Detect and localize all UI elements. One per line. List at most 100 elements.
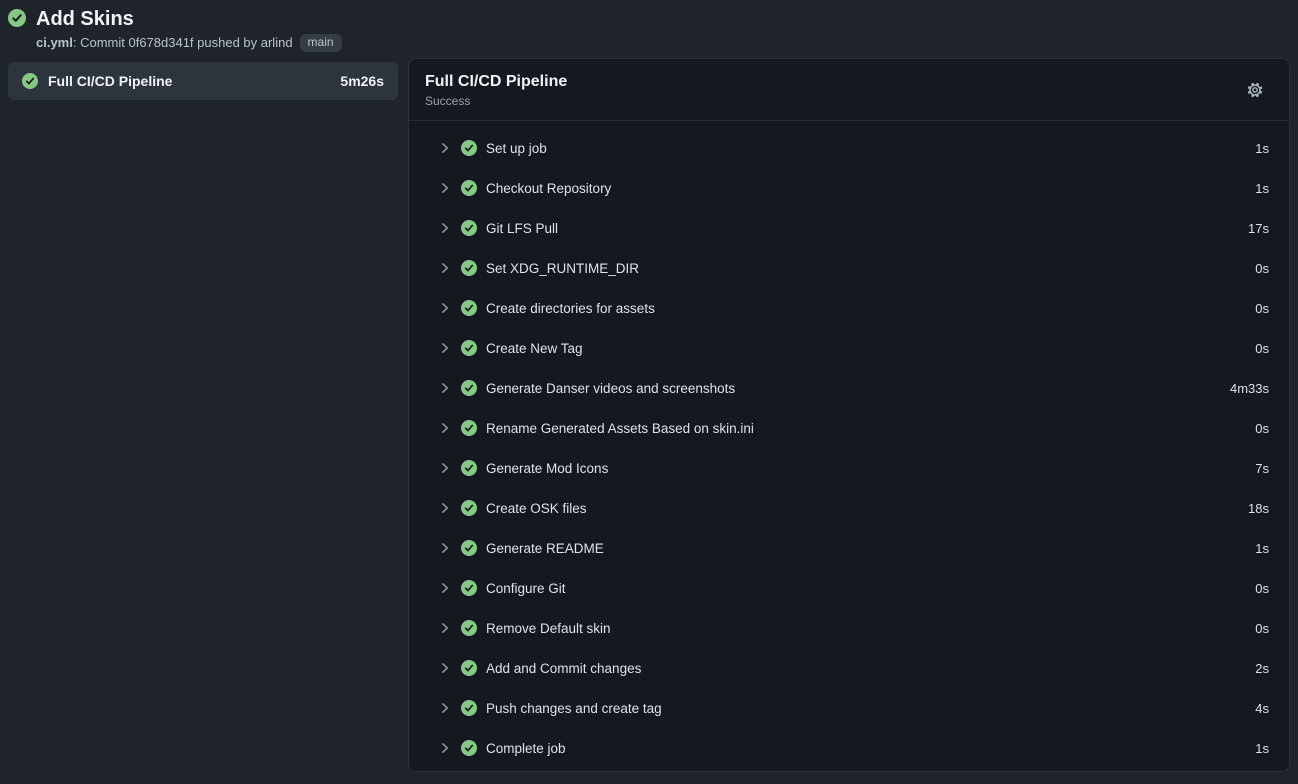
- step-row[interactable]: Push changes and create tag 4s: [409, 688, 1289, 728]
- step-list: Set up job 1s Checkout Repository 1s: [409, 121, 1289, 768]
- step-row[interactable]: Remove Default skin 0s: [409, 608, 1289, 648]
- step-success-check-icon: [461, 580, 477, 596]
- step-duration: 1s: [1255, 741, 1269, 756]
- step-name: Generate Mod Icons: [486, 461, 608, 476]
- step-name: Remove Default skin: [486, 621, 611, 636]
- step-success-check-icon: [461, 460, 477, 476]
- step-row[interactable]: Generate Danser videos and screenshots 4…: [409, 368, 1289, 408]
- log-settings-button[interactable]: [1243, 78, 1267, 102]
- step-success-check-icon: [461, 260, 477, 276]
- step-row[interactable]: Create OSK files 18s: [409, 488, 1289, 528]
- panel-job-status: Success: [425, 94, 567, 108]
- chevron-right-icon: [438, 701, 452, 715]
- success-check-icon: [8, 9, 26, 32]
- step-duration: 4m33s: [1230, 381, 1269, 396]
- step-duration: 1s: [1255, 541, 1269, 556]
- step-duration: 0s: [1255, 581, 1269, 596]
- step-row[interactable]: Create directories for assets 0s: [409, 288, 1289, 328]
- step-row[interactable]: Create New Tag 0s: [409, 328, 1289, 368]
- chevron-right-icon: [438, 221, 452, 235]
- step-duration: 18s: [1248, 501, 1269, 516]
- workflow-file-link[interactable]: ci.yml: [36, 35, 73, 51]
- chevron-right-icon: [438, 741, 452, 755]
- step-duration: 4s: [1255, 701, 1269, 716]
- step-duration: 0s: [1255, 421, 1269, 436]
- step-success-check-icon: [461, 140, 477, 156]
- run-header-text: Add Skins ci.yml: Commit 0f678d341f push…: [36, 7, 342, 52]
- gear-icon: [1246, 81, 1264, 99]
- step-name: Set up job: [486, 141, 547, 156]
- chevron-right-icon: [438, 261, 452, 275]
- step-name: Complete job: [486, 741, 566, 756]
- step-row[interactable]: Rename Generated Assets Based on skin.in…: [409, 408, 1289, 448]
- run-header: Add Skins ci.yml: Commit 0f678d341f push…: [8, 7, 342, 52]
- step-name: Checkout Repository: [486, 181, 611, 196]
- step-name: Generate README: [486, 541, 604, 556]
- chevron-right-icon: [438, 341, 452, 355]
- step-duration: 0s: [1255, 341, 1269, 356]
- run-subtitle: ci.yml: Commit 0f678d341f pushed by arli…: [36, 34, 342, 52]
- job-duration: 5m26s: [340, 73, 384, 89]
- chevron-right-icon: [438, 621, 452, 635]
- step-duration: 1s: [1255, 181, 1269, 196]
- step-row[interactable]: Git LFS Pull 17s: [409, 208, 1289, 248]
- step-row[interactable]: Checkout Repository 1s: [409, 168, 1289, 208]
- step-success-check-icon: [461, 300, 477, 316]
- panel-job-title: Full CI/CD Pipeline: [425, 72, 567, 91]
- step-row[interactable]: Set XDG_RUNTIME_DIR 0s: [409, 248, 1289, 288]
- step-name: Git LFS Pull: [486, 221, 558, 236]
- step-success-check-icon: [461, 620, 477, 636]
- branch-badge[interactable]: main: [300, 34, 342, 52]
- step-duration: 2s: [1255, 661, 1269, 676]
- chevron-right-icon: [438, 461, 452, 475]
- step-row[interactable]: Generate README 1s: [409, 528, 1289, 568]
- chevron-right-icon: [438, 181, 452, 195]
- panel-header-text: Full CI/CD Pipeline Success: [425, 72, 567, 108]
- step-success-check-icon: [461, 500, 477, 516]
- chevron-right-icon: [438, 421, 452, 435]
- chevron-right-icon: [438, 141, 452, 155]
- step-success-check-icon: [461, 740, 477, 756]
- step-row[interactable]: Generate Mod Icons 7s: [409, 448, 1289, 488]
- panel-header: Full CI/CD Pipeline Success: [409, 59, 1289, 121]
- job-success-check-icon: [22, 73, 38, 89]
- step-success-check-icon: [461, 220, 477, 236]
- step-duration: 1s: [1255, 141, 1269, 156]
- step-name: Push changes and create tag: [486, 701, 662, 716]
- step-name: Rename Generated Assets Based on skin.in…: [486, 421, 754, 436]
- step-name: Create New Tag: [486, 341, 583, 356]
- step-success-check-icon: [461, 420, 477, 436]
- step-name: Generate Danser videos and screenshots: [486, 381, 735, 396]
- job-log-panel: Full CI/CD Pipeline Success: [408, 58, 1290, 772]
- step-name: Add and Commit changes: [486, 661, 641, 676]
- chevron-right-icon: [438, 541, 452, 555]
- step-success-check-icon: [461, 700, 477, 716]
- step-success-check-icon: [461, 180, 477, 196]
- step-success-check-icon: [461, 540, 477, 556]
- sidebar-job-full-ci-cd-pipeline[interactable]: Full CI/CD Pipeline 5m26s: [8, 62, 398, 100]
- job-name: Full CI/CD Pipeline: [48, 73, 172, 89]
- chevron-right-icon: [438, 661, 452, 675]
- step-duration: 0s: [1255, 261, 1269, 276]
- step-name: Configure Git: [486, 581, 566, 596]
- step-duration: 17s: [1248, 221, 1269, 236]
- chevron-right-icon: [438, 301, 452, 315]
- step-row[interactable]: Set up job 1s: [409, 128, 1289, 168]
- step-name: Set XDG_RUNTIME_DIR: [486, 261, 639, 276]
- chevron-right-icon: [438, 501, 452, 515]
- step-row[interactable]: Complete job 1s: [409, 728, 1289, 768]
- chevron-right-icon: [438, 381, 452, 395]
- step-name: Create OSK files: [486, 501, 587, 516]
- step-success-check-icon: [461, 660, 477, 676]
- step-duration: 0s: [1255, 301, 1269, 316]
- run-title: Add Skins: [36, 7, 342, 31]
- step-success-check-icon: [461, 340, 477, 356]
- step-row[interactable]: Configure Git 0s: [409, 568, 1289, 608]
- step-duration: 0s: [1255, 621, 1269, 636]
- step-name: Create directories for assets: [486, 301, 655, 316]
- commit-text: : Commit 0f678d341f pushed by arlind: [73, 35, 293, 51]
- step-row[interactable]: Add and Commit changes 2s: [409, 648, 1289, 688]
- step-duration: 7s: [1255, 461, 1269, 476]
- step-success-check-icon: [461, 380, 477, 396]
- chevron-right-icon: [438, 581, 452, 595]
